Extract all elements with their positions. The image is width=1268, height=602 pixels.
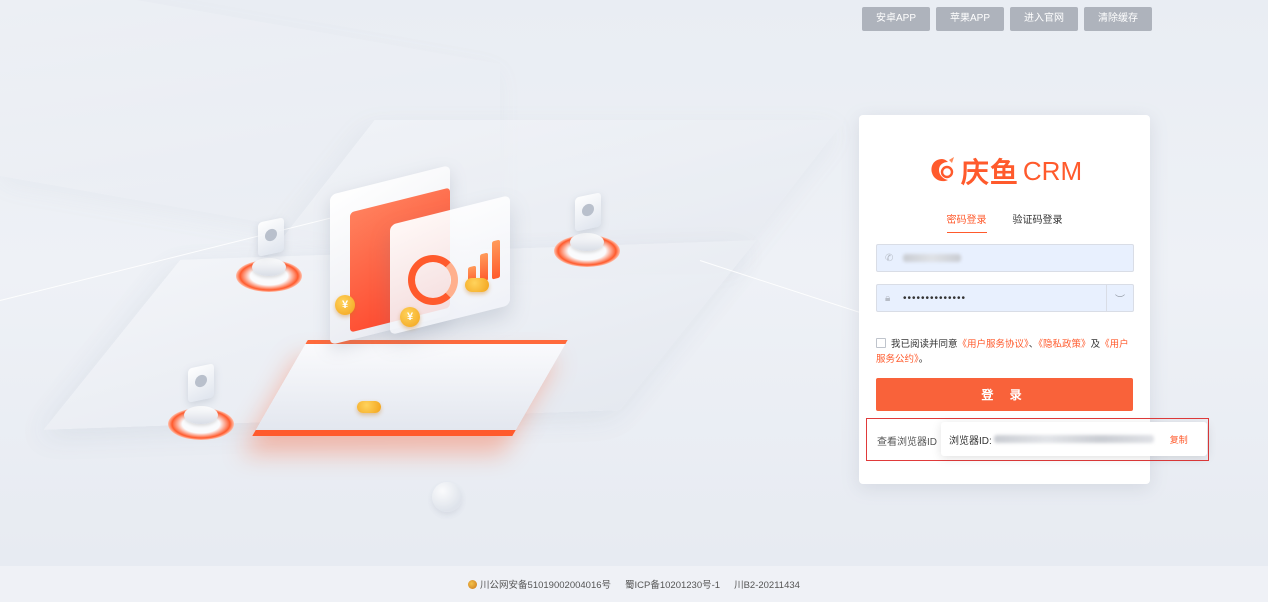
tab-password-login[interactable]: 密码登录 (946, 211, 987, 233)
browser-id-value-redacted (993, 435, 1154, 443)
shield-tile-icon (575, 192, 601, 232)
hero-illustration: ¥ ¥ (160, 160, 680, 490)
clear-cache-button[interactable]: 清除缓存 (1084, 7, 1153, 31)
eye-closed-icon[interactable]: ︶ (1106, 285, 1133, 311)
tab-code-login[interactable]: 验证码登录 (1013, 211, 1063, 233)
top-button-bar: 安卓APP 苹果APP 进入官网 清除缓存 (862, 7, 1153, 31)
agreement-prefix: 我已阅读并同意 (891, 339, 958, 350)
copy-browser-id-button[interactable]: 复制 (1170, 433, 1188, 446)
agreement-and: 及 (1090, 339, 1101, 350)
lock-icon: 🔒︎ (885, 292, 891, 304)
brand-name-cn: 庆鱼 (960, 156, 1019, 189)
browser-id-prefix: 浏览器ID: (949, 435, 992, 447)
hero-platform (252, 340, 568, 436)
agreement-text: 我已阅读并同意《用户服务协议》、《隐私政策》及《用户服务公约》。 (876, 337, 1136, 367)
browser-id-popover: 浏览器ID: 复制 (941, 422, 1207, 456)
money-tile-icon (188, 363, 214, 403)
android-app-button[interactable]: 安卓APP (862, 7, 931, 31)
glass-bubble (432, 482, 462, 512)
agreement-suffix: 。 (918, 354, 929, 365)
license-record[interactable]: 川B2-20211434 (734, 577, 800, 591)
phone-value-redacted (903, 254, 961, 262)
browser-id-highlight: 查看浏览器ID 浏览器ID: 复制 (866, 418, 1209, 461)
login-tabs: 密码登录 验证码登录 (859, 211, 1150, 233)
donut-chart-icon (408, 255, 458, 305)
user-agreement-link[interactable]: 《用户服务协议》 (958, 339, 1029, 350)
police-badge-icon (468, 580, 478, 589)
pedestal-top (252, 258, 286, 276)
privacy-policy-link[interactable]: 《隐私政策》 (1038, 339, 1090, 350)
footer: 川公网安备51019002004016号 蜀ICP备10201230号-1 川B… (0, 566, 1268, 602)
phone-field[interactable]: ✆ (876, 244, 1134, 272)
police-record-text: 川公网安备51019002004016号 (480, 580, 612, 591)
brand-name-en: CRM (1022, 155, 1083, 186)
icp-record[interactable]: 蜀ICP备10201230号-1 (625, 577, 720, 591)
pedestal-top (184, 406, 218, 424)
apple-app-button[interactable]: 苹果APP (936, 7, 1005, 31)
password-field[interactable]: 🔒︎ •••••••••••••• ︶ (876, 284, 1134, 312)
agreement-checkbox[interactable] (876, 338, 886, 348)
login-button[interactable]: 登 录 (876, 378, 1133, 411)
user-tile-icon (258, 217, 284, 257)
fish-logo-icon (931, 157, 954, 182)
phone-icon: ✆ (885, 252, 894, 264)
login-page: ¥ ¥ 安卓APP 苹果APP 进入官网 清除缓存 庆鱼 CRM 密码登录 验证… (0, 0, 1268, 602)
agreement-separator: 、 (1028, 339, 1039, 350)
coin-icon (465, 278, 489, 292)
coin-icon: ¥ (400, 307, 420, 327)
view-browser-id-link[interactable]: 查看浏览器ID (877, 433, 937, 448)
chart-bar-icon (492, 239, 500, 280)
pedestal-top (570, 233, 604, 251)
brand-logo: 庆鱼 CRM (859, 151, 1150, 191)
password-value: •••••••••••••• (903, 292, 967, 304)
coin-icon: ¥ (335, 295, 355, 315)
coin-icon (357, 401, 381, 413)
official-site-button[interactable]: 进入官网 (1010, 7, 1079, 31)
police-record[interactable]: 川公网安备51019002004016号 (468, 577, 611, 591)
